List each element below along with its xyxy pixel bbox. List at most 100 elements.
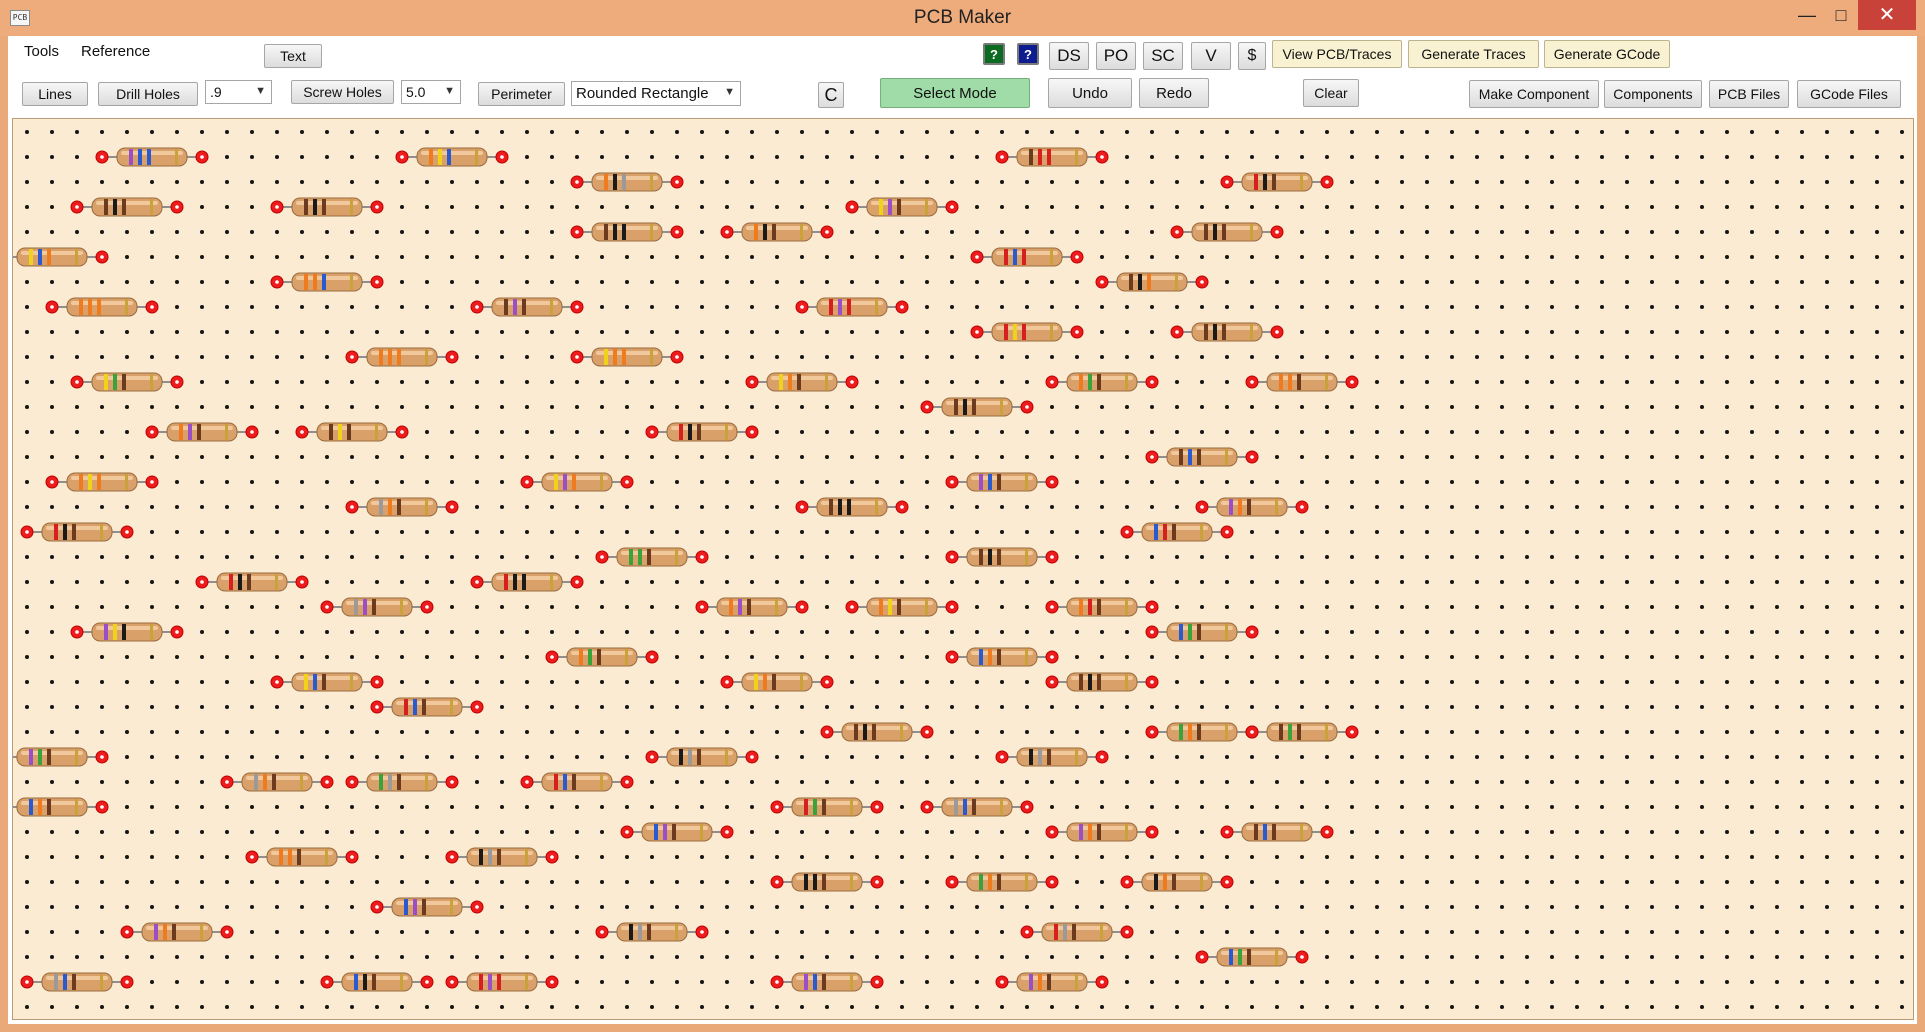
resistor-component[interactable] <box>295 422 409 442</box>
resistor-component[interactable] <box>1245 372 1359 392</box>
resistor-component[interactable] <box>195 572 309 592</box>
close-button[interactable]: ✕ <box>1858 0 1916 30</box>
resistor-component[interactable] <box>845 197 959 217</box>
menu-tools[interactable]: Tools <box>24 43 59 60</box>
v-button[interactable]: V <box>1191 42 1231 70</box>
text-button[interactable]: Text <box>264 44 322 68</box>
resistor-component[interactable] <box>620 822 734 842</box>
maximize-button[interactable]: □ <box>1824 0 1858 30</box>
resistor-component[interactable] <box>795 297 909 317</box>
resistor-component[interactable] <box>570 347 684 367</box>
ds-button[interactable]: DS <box>1049 42 1089 70</box>
help-green-icon[interactable]: ? <box>983 43 1005 65</box>
resistor-component[interactable] <box>320 597 434 617</box>
resistor-component[interactable] <box>1195 497 1309 517</box>
resistor-component[interactable] <box>120 922 234 942</box>
dollar-button[interactable]: $ <box>1238 42 1266 70</box>
resistor-component[interactable] <box>1195 947 1309 967</box>
resistor-component[interactable] <box>1020 922 1134 942</box>
resistor-component[interactable] <box>20 972 134 992</box>
resistor-component[interactable] <box>1145 447 1259 467</box>
resistor-component[interactable] <box>845 597 959 617</box>
resistor-component[interactable] <box>345 497 459 517</box>
resistor-component[interactable] <box>45 297 159 317</box>
pcb-board-canvas[interactable] <box>12 118 1914 1020</box>
resistor-component[interactable] <box>820 722 934 742</box>
resistor-component[interactable] <box>945 872 1059 892</box>
resistor-component[interactable] <box>1120 872 1234 892</box>
resistor-component[interactable] <box>1170 322 1284 342</box>
resistor-component[interactable] <box>13 747 109 767</box>
resistor-component[interactable] <box>770 972 884 992</box>
menu-reference[interactable]: Reference <box>81 43 150 60</box>
resistor-component[interactable] <box>595 547 709 567</box>
redo-button[interactable]: Redo <box>1139 78 1209 108</box>
resistor-component[interactable] <box>995 147 1109 167</box>
resistor-component[interactable] <box>995 972 1109 992</box>
c-button[interactable]: C <box>818 82 844 108</box>
resistor-component[interactable] <box>570 172 684 192</box>
resistor-component[interactable] <box>1170 222 1284 242</box>
resistor-component[interactable] <box>270 672 384 692</box>
components-button[interactable]: Components <box>1604 80 1702 108</box>
resistor-component[interactable] <box>1095 272 1209 292</box>
select-mode-button[interactable]: Select Mode <box>880 78 1030 108</box>
resistor-component[interactable] <box>395 147 509 167</box>
resistor-component[interactable] <box>520 772 634 792</box>
resistor-component[interactable] <box>1220 822 1334 842</box>
resistor-component[interactable] <box>570 222 684 242</box>
resistor-component[interactable] <box>920 797 1034 817</box>
resistor-component[interactable] <box>70 622 184 642</box>
resistor-component[interactable] <box>770 797 884 817</box>
gcode-files-button[interactable]: GCode Files <box>1797 80 1901 108</box>
sc-button[interactable]: SC <box>1143 42 1183 70</box>
resistor-component[interactable] <box>145 422 259 442</box>
resistor-component[interactable] <box>220 772 334 792</box>
resistor-component[interactable] <box>920 397 1034 417</box>
resistor-component[interactable] <box>545 647 659 667</box>
resistor-component[interactable] <box>1045 822 1159 842</box>
resistor-component[interactable] <box>320 972 434 992</box>
perimeter-button[interactable]: Perimeter <box>478 82 565 106</box>
resistor-component[interactable] <box>445 972 559 992</box>
resistor-component[interactable] <box>1245 722 1359 742</box>
generate-gcode-button[interactable]: Generate GCode <box>1544 40 1670 68</box>
screw-holes-button[interactable]: Screw Holes <box>291 80 394 104</box>
resistor-component[interactable] <box>370 697 484 717</box>
resistor-component[interactable] <box>945 472 1059 492</box>
resistor-component[interactable] <box>45 472 159 492</box>
resistor-component[interactable] <box>70 197 184 217</box>
resistor-component[interactable] <box>695 597 809 617</box>
drill-size-select[interactable]: .9 ▼ <box>205 80 272 104</box>
resistor-component[interactable] <box>345 772 459 792</box>
resistor-component[interactable] <box>995 747 1109 767</box>
resistor-component[interactable] <box>270 197 384 217</box>
pcb-files-button[interactable]: PCB Files <box>1709 80 1789 108</box>
po-button[interactable]: PO <box>1096 42 1136 70</box>
resistor-component[interactable] <box>20 522 134 542</box>
resistor-component[interactable] <box>270 272 384 292</box>
resistor-component[interactable] <box>13 247 109 267</box>
resistor-component[interactable] <box>770 872 884 892</box>
resistor-component[interactable] <box>520 472 634 492</box>
resistor-component[interactable] <box>745 372 859 392</box>
help-blue-icon[interactable]: ? <box>1017 43 1039 65</box>
clear-button[interactable]: Clear <box>1303 79 1359 107</box>
perimeter-shape-select[interactable]: Rounded Rectangle ▼ <box>571 81 741 106</box>
resistor-component[interactable] <box>1145 622 1259 642</box>
make-component-button[interactable]: Make Component <box>1469 80 1599 108</box>
resistor-component[interactable] <box>720 222 834 242</box>
resistor-component[interactable] <box>95 147 209 167</box>
resistor-component[interactable] <box>245 847 359 867</box>
view-pcb-traces-button[interactable]: View PCB/Traces <box>1272 40 1402 68</box>
lines-button[interactable]: Lines <box>22 82 88 106</box>
resistor-component[interactable] <box>1045 597 1159 617</box>
resistor-component[interactable] <box>370 897 484 917</box>
resistor-component[interactable] <box>970 247 1084 267</box>
drill-holes-button[interactable]: Drill Holes <box>98 82 198 106</box>
minimize-button[interactable]: — <box>1790 0 1824 30</box>
resistor-component[interactable] <box>1145 722 1259 742</box>
generate-traces-button[interactable]: Generate Traces <box>1408 40 1539 68</box>
resistor-component[interactable] <box>720 672 834 692</box>
resistor-component[interactable] <box>945 647 1059 667</box>
